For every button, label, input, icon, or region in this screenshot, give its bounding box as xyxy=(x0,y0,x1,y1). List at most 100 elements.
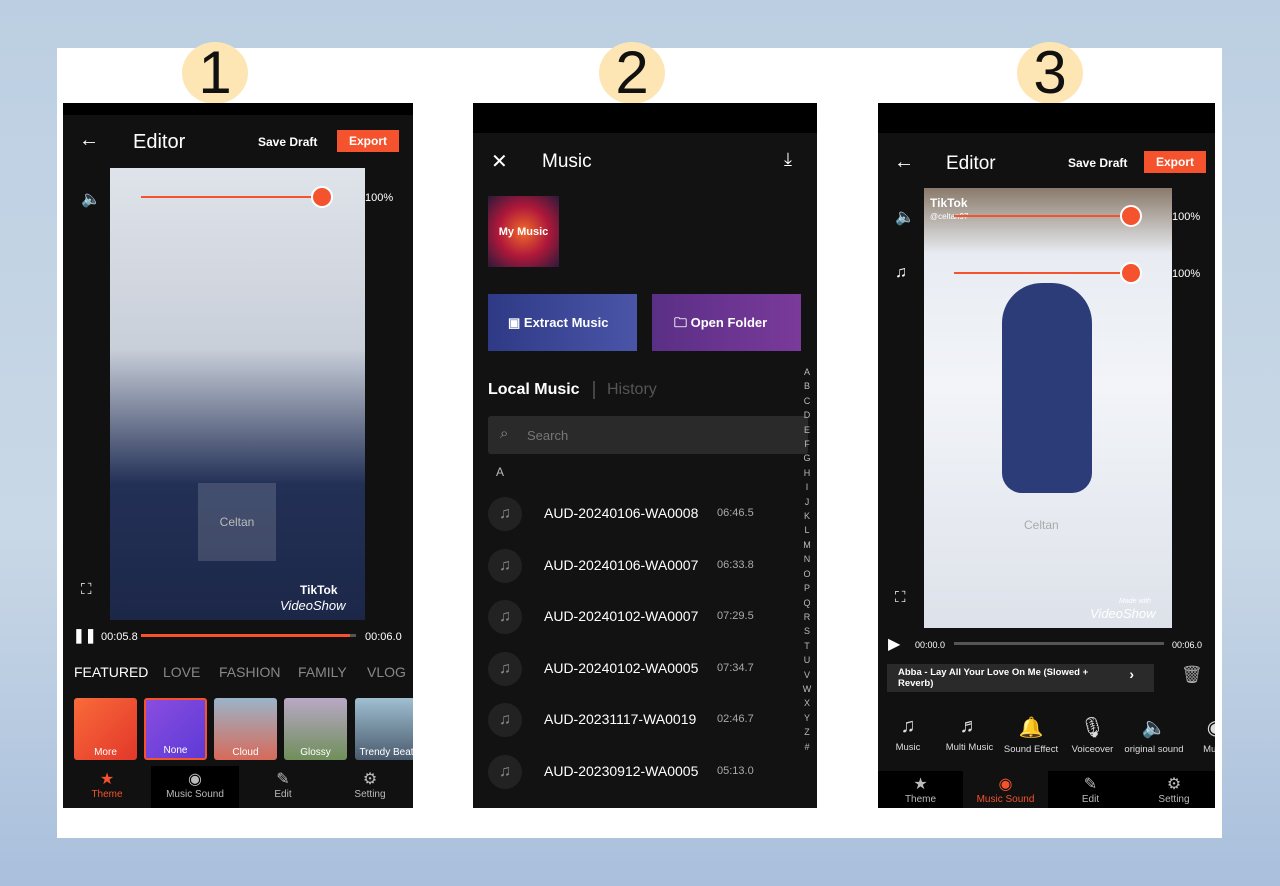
music-list-item[interactable]: ♫ AUD-20240102-WA0007 07:29.5 xyxy=(488,596,797,647)
save-draft-button[interactable]: Save Draft xyxy=(258,135,317,149)
tool-music-more[interactable]: ◉Music xyxy=(1180,715,1215,755)
theme-glossy[interactable]: Glossy xyxy=(284,698,347,760)
alphabet-letter[interactable]: Y xyxy=(802,711,812,725)
volume-slider[interactable] xyxy=(141,196,321,198)
timeline-slider[interactable] xyxy=(141,634,356,637)
video-preview[interactable]: TikTok @celtan97 Celtan Made with VideoS… xyxy=(924,188,1172,628)
category-tab-family[interactable]: FAMILY xyxy=(298,664,347,680)
alphabet-letter[interactable]: W xyxy=(802,682,812,696)
alphabet-letter[interactable]: M xyxy=(802,538,812,552)
timeline-slider[interactable] xyxy=(954,642,1164,645)
close-icon[interactable]: ✕ xyxy=(491,149,508,174)
video-volume-knob[interactable] xyxy=(1120,205,1142,227)
step-number: 2 xyxy=(599,42,665,104)
back-arrow-icon[interactable]: ← xyxy=(894,151,914,174)
music-list-item[interactable]: ♫ AUD-20230912-WA0005 05:13.0 xyxy=(488,751,797,802)
theme-cloud[interactable]: Cloud xyxy=(214,698,277,760)
music-track-item[interactable]: Abba - Lay All Your Love On Me (Slowed +… xyxy=(887,664,1154,692)
music-more-icon: ◉ xyxy=(1180,715,1215,740)
child-figure xyxy=(1002,283,1092,493)
alphabet-letter[interactable]: P xyxy=(802,581,812,595)
alphabet-letter[interactable]: # xyxy=(802,740,812,754)
music-volume-slider[interactable] xyxy=(954,272,1124,274)
search-icon: ⌕ xyxy=(500,425,509,442)
magic-wand-icon: ★ xyxy=(99,771,115,788)
back-arrow-icon[interactable]: ← xyxy=(79,129,99,152)
alphabet-letter[interactable]: Q xyxy=(802,596,812,610)
music-volume-knob[interactable] xyxy=(1120,262,1142,284)
tiktok-watermark: TikTok xyxy=(930,196,968,210)
nav-edit[interactable]: ✎ Edit xyxy=(239,766,327,808)
alphabet-letter[interactable]: R xyxy=(802,610,812,624)
extract-music-button[interactable]: ▣ Extract Music xyxy=(488,294,637,351)
export-button[interactable]: Export xyxy=(1144,151,1207,173)
alphabet-letter[interactable]: S xyxy=(802,624,812,638)
alphabet-letter[interactable]: Z xyxy=(802,725,812,739)
alphabet-letter[interactable]: K xyxy=(802,509,812,523)
volume-slider-knob[interactable] xyxy=(311,186,333,208)
alphabet-letter[interactable]: F xyxy=(802,437,812,451)
tab-history[interactable]: History xyxy=(593,381,657,399)
theme-more[interactable]: More xyxy=(74,698,137,760)
search-input[interactable]: ⌕ Search xyxy=(488,416,808,454)
alphabet-letter[interactable]: C xyxy=(802,394,812,408)
alphabet-letter[interactable]: I xyxy=(802,480,812,494)
volume-icon[interactable]: 🔈 xyxy=(81,189,101,209)
theme-trendy-beat[interactable]: Trendy Beat xyxy=(355,698,413,760)
music-list-item[interactable]: ♫ AUD-20231117-WA0019 02:46.7 xyxy=(488,699,797,750)
music-list-item[interactable]: ♫ AUD-20240102-WA0005 07:34.7 xyxy=(488,648,797,699)
category-tab-featured[interactable]: FEATURED xyxy=(74,664,148,680)
music-note-icon[interactable]: ♫ xyxy=(895,264,907,282)
track-duration: 07:29.5 xyxy=(717,610,754,622)
nav-edit[interactable]: ✎ Edit xyxy=(1048,771,1133,808)
alphabet-letter[interactable]: N xyxy=(802,552,812,566)
pause-icon[interactable]: ❚❚ xyxy=(73,627,96,644)
alphabet-letter[interactable]: U xyxy=(802,653,812,667)
music-list-item[interactable]: ♫ AUD-20240106-WA0008 06:46.5 xyxy=(488,493,797,544)
volume-icon[interactable]: 🔈 xyxy=(895,207,915,227)
nav-music-sound[interactable]: ◉ Music Sound xyxy=(151,766,239,808)
nav-music-sound[interactable]: ◉ Music Sound xyxy=(963,771,1048,808)
download-icon[interactable]: ⤓ xyxy=(784,149,792,170)
alphabet-letter[interactable]: D xyxy=(802,408,812,422)
music-list-item[interactable]: ♫ AUD-20240106-WA0007 06:33.8 xyxy=(488,545,797,596)
nav-setting[interactable]: ⚙ Setting xyxy=(1133,771,1215,808)
theme-none[interactable]: None xyxy=(144,698,207,760)
alphabet-letter[interactable]: E xyxy=(802,423,812,437)
alphabet-letter[interactable]: X xyxy=(802,696,812,710)
tab-local-music[interactable]: Local Music xyxy=(488,381,580,399)
alphabet-letter[interactable]: L xyxy=(802,523,812,537)
video-preview[interactable]: Celtan TikTok VideoShow xyxy=(110,168,365,620)
theme-label: Trendy Beat xyxy=(359,747,413,758)
brand-watermark: VideoShow xyxy=(1090,606,1156,621)
save-draft-button[interactable]: Save Draft xyxy=(1068,156,1127,170)
section-header: A xyxy=(496,465,505,479)
fullscreen-icon[interactable]: ⛶ xyxy=(81,581,92,598)
category-tab-fashion[interactable]: FASHION xyxy=(219,664,280,680)
alphabet-letter[interactable]: T xyxy=(802,639,812,653)
category-tab-love[interactable]: LOVE xyxy=(163,664,200,680)
my-music-tile[interactable]: My Music xyxy=(488,196,559,267)
music-note-icon: ♫ xyxy=(488,600,522,634)
alphabet-letter[interactable]: O xyxy=(802,567,812,581)
video-volume-slider[interactable] xyxy=(954,215,1124,217)
alphabet-letter[interactable]: G xyxy=(802,451,812,465)
nav-theme[interactable]: ★ Theme xyxy=(878,771,963,808)
alphabet-letter[interactable]: H xyxy=(802,466,812,480)
theme-label: Cloud xyxy=(232,747,259,758)
alphabet-letter[interactable]: A xyxy=(802,365,812,379)
music-note-icon: ♫ xyxy=(488,651,522,686)
category-tab-vlog[interactable]: VLOG xyxy=(367,664,406,680)
alphabet-letter[interactable]: J xyxy=(802,495,812,509)
fullscreen-icon[interactable]: ⛶ xyxy=(895,589,906,606)
alphabet-letter[interactable]: B xyxy=(802,379,812,393)
open-folder-button[interactable]: 🗀 Open Folder xyxy=(652,294,801,351)
play-icon[interactable]: ▶ xyxy=(888,634,900,654)
trash-icon[interactable]: 🗑 xyxy=(1181,665,1203,685)
alphabet-letter[interactable]: V xyxy=(802,668,812,682)
nav-setting[interactable]: ⚙ Setting xyxy=(327,766,413,808)
nav-theme[interactable]: ★ Theme xyxy=(63,766,151,808)
alphabet-index[interactable]: A B C D E F G H I J K L M N O P Q R S T U V W X Y Z # xyxy=(802,365,812,754)
video-volume-value: 100% xyxy=(1172,211,1201,223)
export-button[interactable]: Export xyxy=(337,130,400,152)
